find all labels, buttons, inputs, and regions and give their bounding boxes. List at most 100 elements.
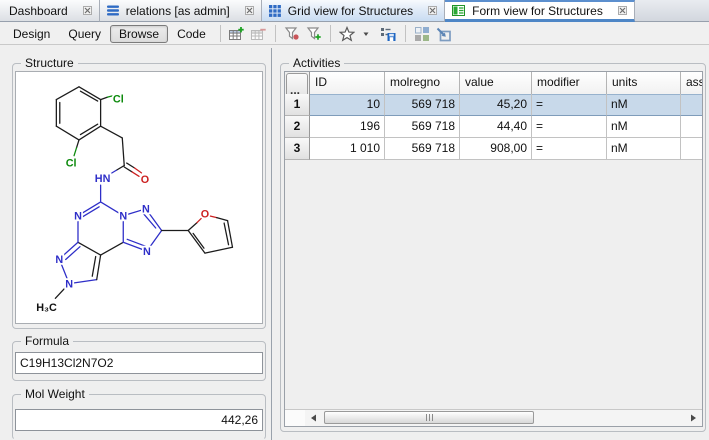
chevron-down-icon xyxy=(363,31,370,37)
table-cell[interactable]: = xyxy=(532,94,607,116)
thumb-grip xyxy=(426,414,427,421)
table-cell[interactable]: = xyxy=(532,116,607,138)
arrow-right-icon xyxy=(690,414,697,422)
tab-grid-view[interactable]: Grid view for Structures xyxy=(262,0,445,22)
table-cell[interactable]: 196 xyxy=(310,116,385,138)
tab-label: Form view for Structures xyxy=(470,4,605,18)
table-cell[interactable]: 44,40 xyxy=(460,116,532,138)
table-cell[interactable]: 569 718 xyxy=(385,116,460,138)
formula-group-label: Formula xyxy=(21,334,73,348)
application-window: Dashboard relations [as admin] xyxy=(0,0,709,440)
atom-label-amide-o: O xyxy=(141,174,149,186)
close-icon[interactable] xyxy=(618,6,627,15)
atom-label-n-triazole-top: N xyxy=(142,204,150,216)
atom-label-n-pyrimidine: N xyxy=(74,211,82,223)
popout-button[interactable] xyxy=(433,24,455,44)
table-cell[interactable]: 1 010 xyxy=(310,138,385,160)
row-header[interactable]: 3 xyxy=(285,138,310,160)
horizontal-scrollbar[interactable] xyxy=(305,409,702,426)
table-cell[interactable] xyxy=(681,116,703,138)
add-row-button[interactable] xyxy=(226,24,248,44)
table-cell[interactable]: nM xyxy=(607,138,681,160)
add-filter-button[interactable] xyxy=(303,24,325,44)
table-cell[interactable]: 45,20 xyxy=(460,94,532,116)
toolbar-separator xyxy=(220,25,221,42)
panel-divider xyxy=(271,48,272,440)
structure-canvas[interactable]: Cl Cl O HN N N N N N N O H₃C xyxy=(15,71,263,324)
query-button[interactable]: Query xyxy=(59,25,110,43)
design-button[interactable]: Design xyxy=(4,25,59,43)
atom-label-cl-bottom: Cl xyxy=(66,158,77,170)
toolbar-separator xyxy=(405,25,406,42)
activities-group-label: Activities xyxy=(289,56,344,70)
atom-label-furan-o: O xyxy=(201,209,209,221)
atom-label-n-pyrazole-methyl: N xyxy=(65,279,73,291)
table-cell[interactable]: 569 718 xyxy=(385,138,460,160)
remove-row-button[interactable] xyxy=(248,24,270,44)
toolbar: Design Query Browse Code xyxy=(0,23,709,45)
add-filter-icon xyxy=(306,26,322,41)
code-button[interactable]: Code xyxy=(168,25,215,43)
thumb-grip xyxy=(429,414,430,421)
table-cell[interactable]: nM xyxy=(607,116,681,138)
table-cell[interactable] xyxy=(681,94,703,116)
activities-table-pane: ... ID molregno value modifier units ass… xyxy=(284,71,703,427)
tab-relations[interactable]: relations [as admin] xyxy=(100,0,262,22)
tab-label: Grid view for Structures xyxy=(286,4,415,18)
save-view-icon xyxy=(380,26,397,42)
mol-weight-group-label: Mol Weight xyxy=(21,387,89,401)
scroll-right-button[interactable] xyxy=(685,410,702,426)
star-icon xyxy=(339,26,355,42)
atom-label-cl-top: Cl xyxy=(113,94,124,106)
thumb-grip xyxy=(432,414,433,421)
formula-field[interactable] xyxy=(15,352,263,374)
widgets-button[interactable] xyxy=(411,24,433,44)
save-view-button[interactable] xyxy=(378,24,400,44)
tab-label: relations [as admin] xyxy=(124,4,232,18)
favorites-dropdown[interactable] xyxy=(356,24,378,44)
atom-label-n-pyrazole-left: N xyxy=(55,254,63,266)
molecule-drawing: Cl Cl O HN N N N N N N O H₃C xyxy=(16,72,262,323)
browse-button[interactable]: Browse xyxy=(110,25,168,43)
table-cell[interactable]: 908,00 xyxy=(460,138,532,160)
atom-label-n-triazole-bottom: N xyxy=(143,246,151,258)
tab-bar: Dashboard relations [as admin] xyxy=(0,0,709,22)
structure-group: Structure xyxy=(12,63,266,329)
tab-dashboard[interactable]: Dashboard xyxy=(0,0,100,22)
arrow-left-icon xyxy=(310,414,317,422)
filter-button[interactable] xyxy=(281,24,303,44)
scroll-left-button[interactable] xyxy=(305,410,322,426)
scrollbar-thumb[interactable] xyxy=(324,411,534,424)
widgets-icon xyxy=(414,26,430,42)
relations-icon xyxy=(107,5,119,16)
atom-label-n-bridgehead: N xyxy=(119,211,127,223)
table-cell[interactable]: 10 xyxy=(310,94,385,116)
structure-group-label: Structure xyxy=(21,56,78,70)
add-row-icon xyxy=(228,26,245,42)
popout-icon xyxy=(435,26,452,42)
tab-label: Dashboard xyxy=(7,4,70,18)
close-icon[interactable] xyxy=(245,6,254,15)
close-icon[interactable] xyxy=(428,6,437,15)
table-cell[interactable]: nM xyxy=(607,94,681,116)
filter-icon xyxy=(284,26,300,41)
mol-weight-field[interactable] xyxy=(15,409,263,431)
remove-row-icon xyxy=(250,26,267,42)
favorites-button[interactable] xyxy=(336,24,358,44)
row-header[interactable]: 1 xyxy=(285,94,310,116)
formula-group: Formula xyxy=(12,341,266,381)
scrollbar-corner xyxy=(285,409,305,426)
scrollbar-track[interactable] xyxy=(322,410,685,426)
toolbar-separator xyxy=(330,25,331,42)
grid-icon xyxy=(269,5,281,17)
table-cell[interactable]: = xyxy=(532,138,607,160)
atom-label-methyl: H₃C xyxy=(36,302,57,314)
row-header[interactable]: 2 xyxy=(285,116,310,138)
activities-table: ... ID molregno value modifier units ass… xyxy=(285,72,703,160)
close-icon[interactable] xyxy=(83,6,92,15)
table-cell[interactable] xyxy=(681,138,703,160)
tab-form-view[interactable]: Form view for Structures xyxy=(445,0,635,22)
table-cell[interactable]: 569 718 xyxy=(385,94,460,116)
form-icon xyxy=(452,5,465,16)
toolbar-separator xyxy=(275,25,276,42)
